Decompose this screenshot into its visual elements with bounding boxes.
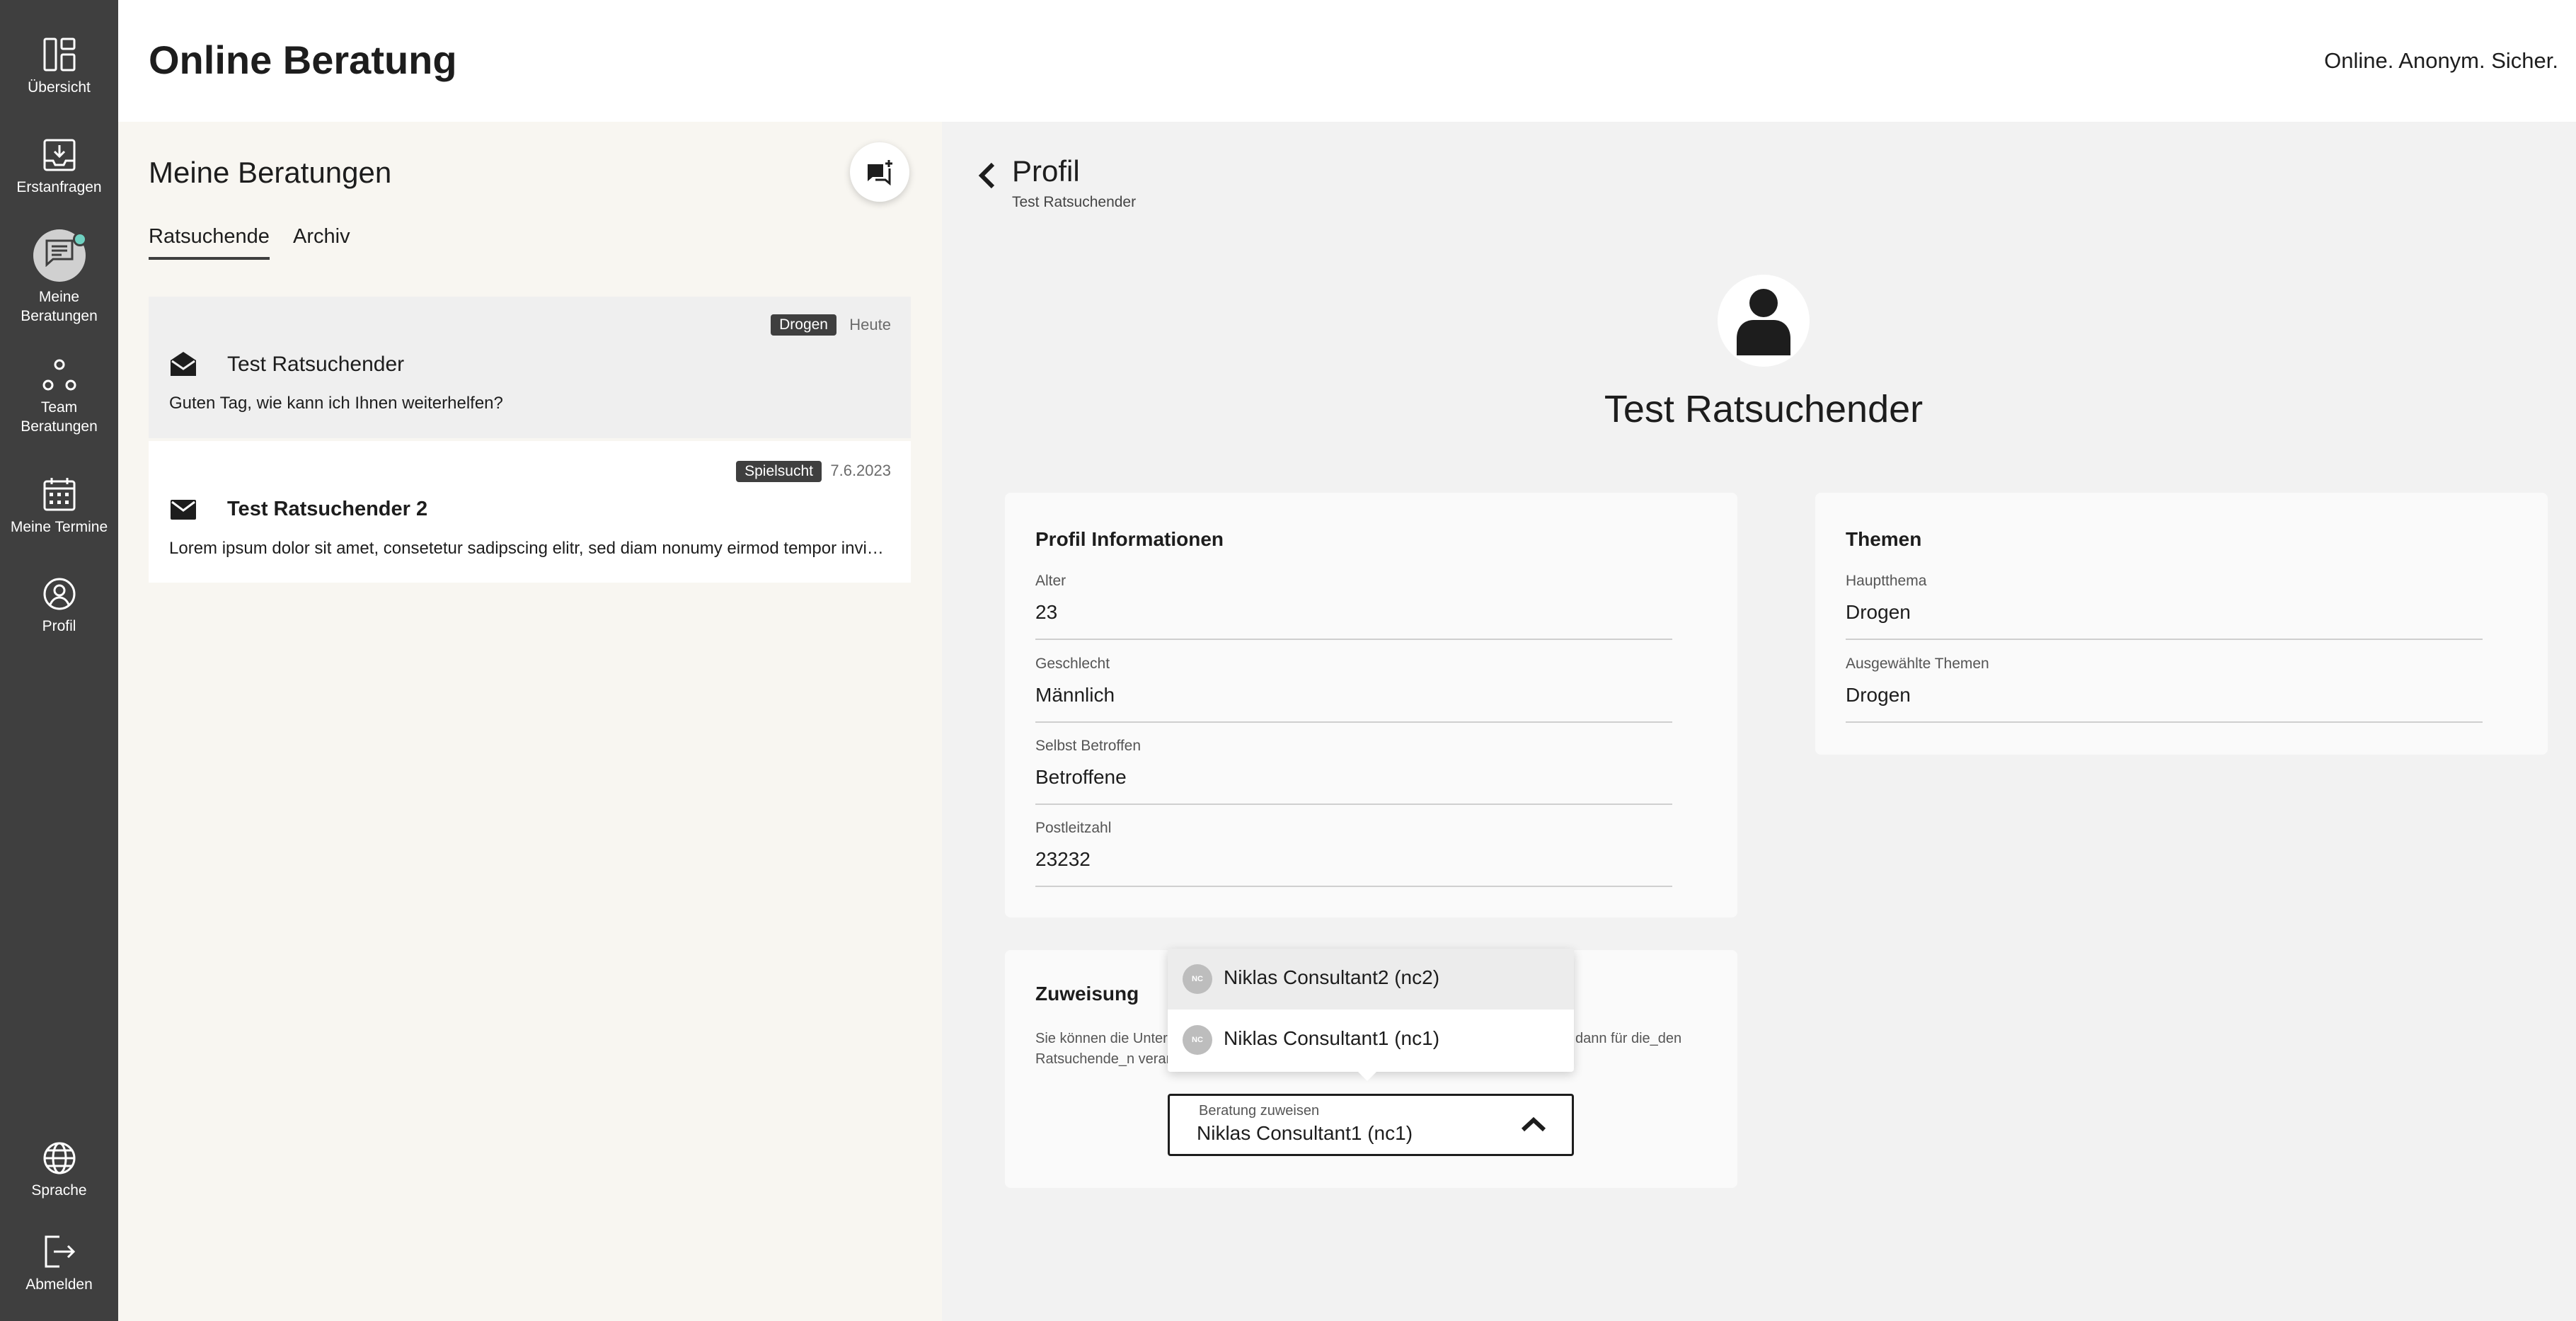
session-item[interactable]: Drogen Heute Test Ratsuchender Guten Tag…: [149, 297, 911, 438]
field-divider: [1846, 721, 2483, 723]
nav-requests-label: Erstanfragen: [16, 179, 102, 195]
session-preview: Lorem ipsum dolor sit amet, consetetur s…: [169, 539, 891, 558]
field-label: Geschlecht: [1035, 656, 1110, 672]
tab-ratsuchende[interactable]: Ratsuchende: [149, 225, 270, 260]
assignment-text: Ratsuchende_n veran: [1035, 1051, 1174, 1067]
list-title: Meine Beratungen: [149, 156, 392, 189]
session-list-panel: Meine Beratungen Ratsuchende Archiv Drog…: [118, 122, 942, 1321]
field-divider: [1846, 639, 2483, 640]
topic-tag: Spielsucht: [736, 461, 822, 482]
topics-card: Themen Hauptthema Drogen Ausgewählte The…: [1815, 493, 2548, 755]
field-label: Postleitzahl: [1035, 820, 1112, 836]
session-date: 7.6.2023: [830, 462, 891, 479]
app-title: Online Beratung: [149, 38, 457, 82]
nav-my-sessions[interactable]: Meine Beratungen: [0, 229, 118, 326]
inbox-icon: [43, 139, 75, 171]
new-chat-button[interactable]: [850, 142, 909, 202]
avatar: NC: [1183, 964, 1212, 994]
nav-requests[interactable]: Erstanfragen: [0, 138, 118, 197]
field-label: Alter: [1035, 573, 1066, 589]
session-name: Test Ratsuchender: [227, 353, 405, 376]
profile-panel: Profil Test Ratsuchender Test Ratsuchend…: [942, 122, 2576, 1321]
session-name: Test Ratsuchender 2: [227, 498, 428, 520]
assign-consultant-select[interactable]: Beratung zuweisen Niklas Consultant1 (nc…: [1168, 1094, 1574, 1156]
topic-tag: Drogen: [771, 314, 836, 336]
field-value: 23: [1035, 601, 1058, 623]
profile-name: Test Ratsuchender: [1604, 388, 1924, 430]
field-value: 23232: [1035, 848, 1091, 870]
select-label: Beratung zuweisen: [1199, 1103, 1320, 1119]
calendar-icon: [43, 478, 75, 511]
team-icon: [42, 359, 76, 391]
option-label: Niklas Consultant2 (nc2): [1224, 966, 1440, 988]
nav-appointments[interactable]: Meine Termine: [0, 476, 118, 537]
field-value: Betroffene: [1035, 766, 1127, 788]
option-label: Niklas Consultant1 (nc1): [1224, 1027, 1440, 1049]
envelope-icon: [171, 500, 196, 520]
profile-subheading: Test Ratsuchender: [1012, 194, 1137, 210]
consultant-dropdown: NC Niklas Consultant2 (nc2) NC Niklas Co…: [1168, 949, 1574, 1072]
user-icon: [1737, 289, 1790, 355]
field-divider: [1035, 804, 1672, 805]
select-value: Niklas Consultant1 (nc1): [1197, 1122, 1413, 1144]
field-divider: [1035, 721, 1672, 723]
field-value: Drogen: [1846, 684, 1911, 706]
avatar: [1718, 275, 1810, 367]
profile-icon: [43, 578, 75, 610]
field-value: Drogen: [1846, 601, 1911, 623]
dropdown-pointer: [1357, 1071, 1377, 1081]
overview-icon: [43, 38, 75, 72]
assignment-text: Sie können die Unter: [1035, 1031, 1168, 1046]
nav-profile-label: Profil: [42, 618, 76, 634]
field-value: Männlich: [1035, 684, 1115, 706]
assignment-title: Zuweisung: [1035, 983, 1139, 1005]
nav-logout-label: Abmelden: [25, 1276, 93, 1293]
nav-appointments-label: Meine Termine: [10, 519, 108, 535]
nav-overview[interactable]: Übersicht: [0, 37, 118, 97]
dropdown-option[interactable]: NC Niklas Consultant1 (nc1): [1168, 1011, 1574, 1072]
add-chat-icon: [868, 160, 892, 185]
field-divider: [1035, 886, 1672, 887]
field-label: Selbst Betroffen: [1035, 738, 1142, 754]
session-preview: Guten Tag, wie kann ich Ihnen weiterhelf…: [169, 394, 503, 413]
envelope-open-icon: [171, 352, 196, 376]
session-date: Heute: [849, 316, 891, 333]
session-item[interactable]: Spielsucht 7.6.2023 Test Ratsuchender 2 …: [149, 441, 911, 583]
chat-icon: [45, 239, 73, 267]
field-label: Hauptthema: [1846, 573, 1927, 589]
profile-info-card: Profil Informationen Alter 23 Geschlecht…: [1005, 493, 1737, 917]
app-claim: Online. Anonym. Sicher.: [2324, 48, 2558, 73]
nav-team-sessions-label: Team Beratungen: [21, 399, 98, 435]
notification-dot: [72, 232, 87, 246]
logout-icon: [45, 1235, 75, 1268]
chevron-up-icon: [1521, 1116, 1546, 1132]
sidebar: Übersicht Erstanfragen Meine Beratungen …: [0, 0, 118, 1321]
nav-team-sessions[interactable]: Team Beratungen: [0, 358, 118, 436]
nav-my-sessions-label: Meine Beratungen: [21, 289, 98, 324]
dropdown-option[interactable]: NC Niklas Consultant2 (nc2): [1168, 949, 1574, 1010]
nav-overview-label: Übersicht: [28, 79, 91, 96]
globe-icon: [43, 1142, 75, 1174]
profile-heading: Profil: [1012, 154, 1080, 188]
profile-info-title: Profil Informationen: [1035, 528, 1224, 550]
tab-archive[interactable]: Archiv: [293, 225, 350, 248]
nav-language[interactable]: Sprache: [0, 1141, 118, 1200]
nav-active-indicator: [33, 229, 87, 282]
header: Online Beratung Online. Anonym. Sicher.: [118, 0, 2576, 122]
assignment-text: dann für die_den: [1575, 1031, 1682, 1046]
field-divider: [1035, 639, 1672, 640]
nav-logout[interactable]: Abmelden: [0, 1234, 118, 1294]
topics-title: Themen: [1846, 528, 1922, 550]
back-arrow-icon[interactable]: [977, 161, 997, 190]
nav-language-label: Sprache: [31, 1182, 87, 1199]
avatar: NC: [1183, 1025, 1212, 1055]
nav-profile[interactable]: Profil: [0, 577, 118, 636]
field-label: Ausgewählte Themen: [1846, 656, 1989, 672]
